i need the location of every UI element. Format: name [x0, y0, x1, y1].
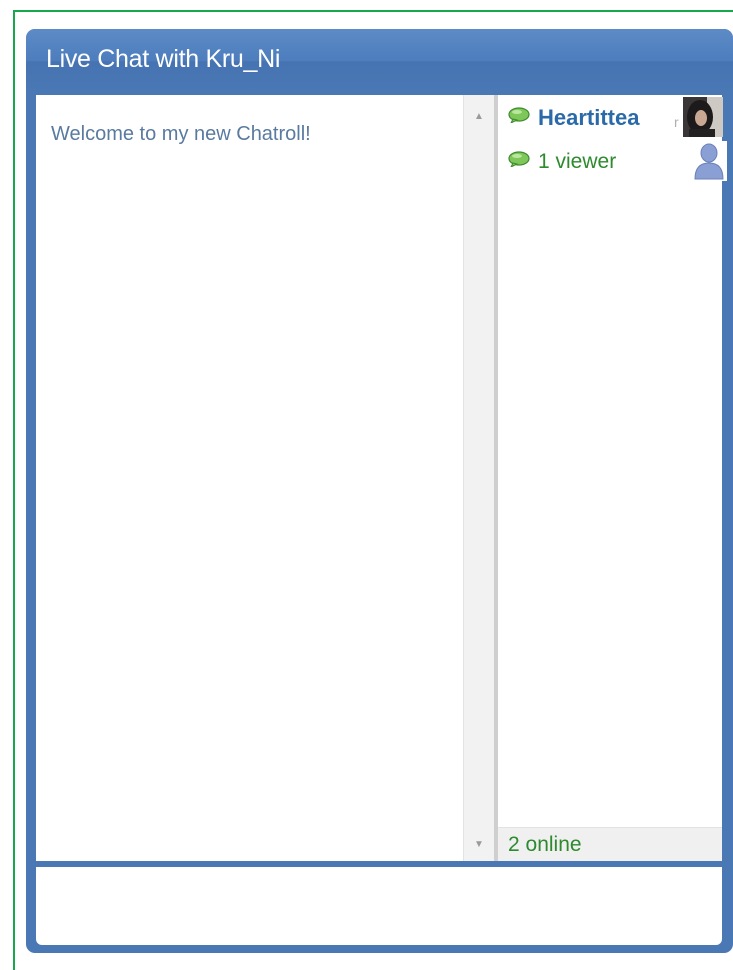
- chat-bubble-icon: [508, 151, 530, 167]
- scroll-up-icon[interactable]: ▲: [464, 111, 494, 123]
- message-list[interactable]: Welcome to my new Chatroll!: [36, 95, 463, 861]
- user-name-overflow: r: [674, 114, 679, 130]
- chat-bubble-icon: [508, 107, 530, 123]
- user-photo-avatar[interactable]: [683, 97, 723, 137]
- user-list: Heartittea r 1 viewer: [498, 95, 727, 861]
- message-input[interactable]: [36, 867, 722, 945]
- user-name[interactable]: Heartittea: [538, 104, 639, 132]
- user-list-item[interactable]: 1 viewer: [508, 141, 727, 181]
- chat-title: Live Chat with Kru_Ni: [46, 45, 281, 73]
- generic-user-avatar: [691, 141, 727, 181]
- chat-widget: Live Chat with Kru_Ni Welcome to my new …: [26, 29, 733, 953]
- chat-titlebar: Live Chat with Kru_Ni: [26, 29, 733, 93]
- online-count: 2 online: [508, 833, 582, 856]
- message-scrollbar[interactable]: ▲ ▼: [463, 95, 494, 861]
- online-status-bar: 2 online: [498, 827, 722, 861]
- viewer-count: 1 viewer: [538, 150, 617, 173]
- user-list-item[interactable]: Heartittea r: [508, 97, 723, 137]
- scroll-down-icon[interactable]: ▼: [464, 839, 494, 851]
- avatar-image: [683, 97, 723, 137]
- message-item: Welcome to my new Chatroll!: [51, 123, 311, 145]
